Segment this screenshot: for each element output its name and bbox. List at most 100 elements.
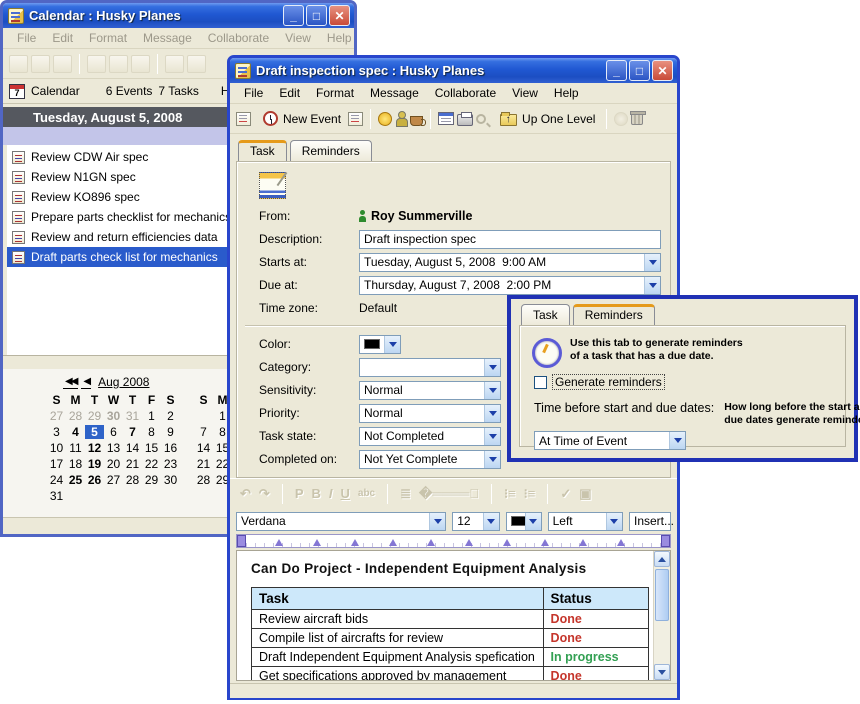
person-icon[interactable]: [395, 111, 407, 126]
task-menu-4[interactable]: Collaborate: [427, 86, 504, 100]
calendar-menu-6[interactable]: Help: [319, 31, 360, 45]
minical-day-cell[interactable]: 1: [142, 409, 161, 423]
task-titlebar[interactable]: Draft inspection spec : Husky Planes _ □…: [230, 58, 677, 83]
minical-day-cell[interactable]: 17: [47, 457, 66, 471]
minical-day-cell[interactable]: 3: [47, 425, 66, 439]
task-menu-0[interactable]: File: [236, 86, 271, 100]
scroll-down-icon[interactable]: [654, 664, 670, 680]
chevron-down-icon[interactable]: [429, 513, 445, 530]
chevron-down-icon[interactable]: [484, 359, 500, 376]
smiley-icon[interactable]: [378, 112, 392, 126]
ruler[interactable]: [236, 534, 671, 548]
prev-month-button[interactable]: ◀: [81, 376, 91, 389]
edit-icon[interactable]: [87, 55, 106, 73]
ruler-tab-marker[interactable]: [465, 539, 473, 546]
calendar-menu-0[interactable]: File: [9, 31, 44, 45]
chevron-down-icon[interactable]: [644, 277, 660, 294]
list-view-icon[interactable]: [165, 55, 184, 73]
minical-day-cell[interactable]: 28: [194, 473, 213, 487]
month-label[interactable]: Aug 2008: [98, 375, 149, 389]
minical-day-cell[interactable]: 23: [161, 457, 180, 471]
minical-day-cell[interactable]: 21: [194, 457, 213, 471]
minical-day-cell[interactable]: 7: [194, 425, 213, 439]
document-scrollbar[interactable]: [653, 551, 670, 680]
ruler-tab-marker[interactable]: [275, 539, 283, 546]
minical-day-cell[interactable]: 28: [123, 473, 142, 487]
minical-day-cell[interactable]: 16: [161, 441, 180, 455]
generate-reminders-label[interactable]: Generate reminders: [553, 375, 664, 389]
delete-icon[interactable]: [131, 55, 150, 73]
minical-day-cell[interactable]: 5: [85, 425, 104, 439]
close-button[interactable]: ✕: [329, 5, 350, 26]
minical-day-cell[interactable]: 6: [104, 425, 123, 439]
minical-day-cell[interactable]: 7: [123, 425, 142, 439]
starts-at-dropdown[interactable]: Tuesday, August 5, 2008 9:00 AM: [359, 253, 661, 272]
task-window-tab-1[interactable]: Reminders: [290, 140, 372, 161]
font-size-dropdown[interactable]: 12: [452, 512, 500, 531]
minical-day-cell[interactable]: 11: [66, 441, 85, 455]
reminders-tab-0[interactable]: Task: [521, 304, 570, 325]
maximize-button[interactable]: □: [306, 5, 327, 26]
minical-day-cell[interactable]: 14: [123, 441, 142, 455]
minical-day-cell[interactable]: 21: [123, 457, 142, 471]
minical-day-cell[interactable]: 26: [85, 473, 104, 487]
ruler-tab-marker[interactable]: [427, 539, 435, 546]
reminders-tab-1[interactable]: Reminders: [573, 304, 655, 325]
minimize-button[interactable]: _: [283, 5, 304, 26]
ruler-tab-marker[interactable]: [313, 539, 321, 546]
minical-day-cell[interactable]: 20: [104, 457, 123, 471]
left-margin-marker[interactable]: [237, 535, 246, 547]
new-memo-icon[interactable]: [9, 55, 28, 73]
priority-dropdown[interactable]: Normal: [359, 404, 501, 423]
sensitivity-dropdown[interactable]: Normal: [359, 381, 501, 400]
due-at-dropdown[interactable]: Thursday, August 7, 2008 2:00 PM: [359, 276, 661, 295]
minical-day-cell[interactable]: 9: [161, 425, 180, 439]
minical-day-cell[interactable]: 18: [66, 457, 85, 471]
trash-icon[interactable]: [631, 112, 643, 125]
ruler-tab-marker[interactable]: [579, 539, 587, 546]
align-dropdown[interactable]: Left: [548, 512, 623, 531]
month-view-icon[interactable]: [187, 55, 206, 73]
minical-day-cell[interactable]: 14: [194, 441, 213, 455]
font-color-dropdown[interactable]: [506, 512, 542, 531]
chevron-down-icon[interactable]: [525, 513, 541, 530]
minical-day-cell[interactable]: 31: [47, 489, 66, 503]
new-appointment-icon[interactable]: [31, 55, 50, 73]
generate-reminders-checkbox[interactable]: [534, 376, 547, 389]
task-menu-5[interactable]: View: [504, 86, 546, 100]
ruler-tab-marker[interactable]: [351, 539, 359, 546]
minical-day-cell[interactable]: 4: [66, 425, 85, 439]
minical-day-cell[interactable]: 25: [66, 473, 85, 487]
chevron-down-icon[interactable]: [484, 428, 500, 445]
minical-day-cell[interactable]: 10: [47, 441, 66, 455]
new-event-button[interactable]: New Event: [283, 112, 341, 126]
insert-dropdown[interactable]: Insert...: [629, 512, 671, 531]
chevron-down-icon[interactable]: [384, 336, 400, 353]
chevron-down-icon[interactable]: [484, 382, 500, 399]
save-memo-icon[interactable]: [236, 112, 251, 126]
new-event-clock-icon[interactable]: [263, 111, 278, 126]
new-task-icon[interactable]: [348, 112, 363, 126]
chevron-down-icon[interactable]: [606, 513, 622, 530]
minical-day-cell[interactable]: 27: [104, 473, 123, 487]
minical-day-cell[interactable]: 22: [142, 457, 161, 471]
printer-icon[interactable]: [457, 114, 473, 126]
task-menu-1[interactable]: Edit: [271, 86, 308, 100]
prev-year-button[interactable]: ◀◀: [63, 376, 78, 389]
close-button[interactable]: ✕: [652, 60, 673, 81]
task-state-dropdown[interactable]: Not Completed: [359, 427, 501, 446]
minical-day-cell[interactable]: 30: [161, 473, 180, 487]
chevron-down-icon[interactable]: [644, 254, 660, 271]
minical-day-cell[interactable]: 12: [85, 441, 104, 455]
maximize-button[interactable]: □: [629, 60, 650, 81]
view-label[interactable]: Calendar: [31, 84, 80, 98]
task-menu-6[interactable]: Help: [546, 86, 587, 100]
minical-day-cell[interactable]: 8: [142, 425, 161, 439]
window-list-icon[interactable]: [438, 112, 454, 125]
color-dropdown[interactable]: [359, 335, 401, 354]
calendar-menu-5[interactable]: View: [277, 31, 319, 45]
right-margin-marker[interactable]: [661, 535, 670, 547]
chevron-down-icon[interactable]: [483, 513, 499, 530]
scrollbar-thumb[interactable]: [655, 569, 669, 621]
chevron-down-icon[interactable]: [484, 451, 500, 468]
